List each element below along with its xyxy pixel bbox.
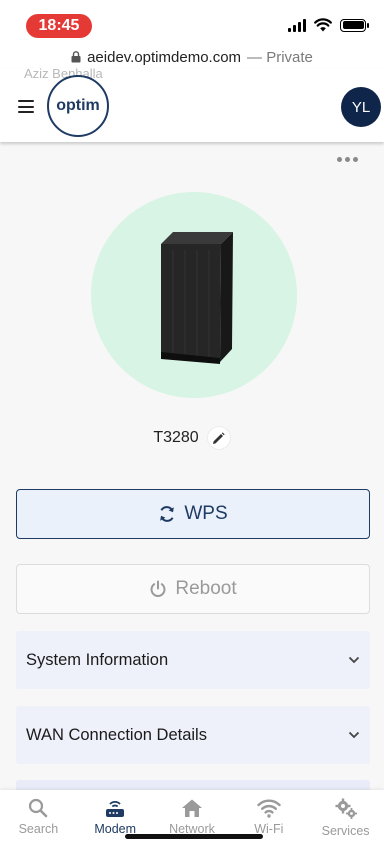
user-avatar[interactable]: YL — [341, 87, 381, 127]
power-icon — [150, 580, 166, 597]
private-mode-label: — Private — [247, 48, 313, 66]
accordion-system-information[interactable]: System Information — [16, 631, 370, 689]
nav-search[interactable]: Search — [0, 798, 76, 836]
status-icons — [288, 18, 369, 32]
device-image-circle — [91, 192, 297, 398]
nav-modem[interactable]: Modem — [77, 798, 153, 836]
search-icon — [29, 798, 48, 818]
app-header: Aziz Benhalla optim YL — [0, 66, 384, 142]
modem-image — [161, 232, 233, 364]
nav-wifi[interactable]: Wi-Fi — [231, 798, 307, 836]
reboot-label: Reboot — [175, 578, 237, 599]
sync-icon — [160, 506, 175, 522]
battery-icon — [340, 18, 369, 32]
optim-logo[interactable]: optim — [47, 75, 109, 137]
edit-name-button[interactable] — [206, 426, 231, 450]
chevron-down-icon — [348, 656, 360, 664]
device-name: T3280 — [153, 429, 199, 446]
menu-icon[interactable] — [18, 100, 34, 113]
accordion-wan-connection-details[interactable]: WAN Connection Details — [16, 706, 370, 764]
status-bar: 18:45 — [0, 0, 384, 46]
device-name-row: T3280 — [0, 426, 384, 450]
accordion-label: WAN Connection Details — [26, 725, 207, 744]
gears-icon — [335, 798, 357, 819]
wifi-status-icon — [314, 18, 332, 32]
url-domain: aeidev.optimdemo.com — [87, 48, 242, 66]
screen: 18:45 aeidev.optimdemo.com — Private Azi… — [0, 0, 384, 848]
home-icon — [181, 799, 202, 817]
bottom-nav: Search Modem Network Wi-Fi Services — [0, 790, 384, 848]
wps-label: WPS — [184, 503, 228, 524]
modem-icon — [106, 801, 125, 817]
status-time[interactable]: 18:45 — [26, 14, 92, 38]
nav-label-search: Search — [18, 822, 59, 836]
nav-network[interactable]: Network — [154, 798, 230, 836]
pencil-icon — [213, 431, 225, 444]
accordion-label: System Information — [26, 650, 169, 669]
nav-services[interactable]: Services — [308, 798, 384, 838]
url-bar[interactable]: aeidev.optimdemo.com — Private — [0, 46, 384, 68]
more-options-icon[interactable] — [337, 157, 358, 162]
nav-label-services: Services — [321, 824, 370, 838]
lock-icon — [71, 51, 81, 63]
wifi-icon — [257, 799, 281, 818]
chevron-down-icon — [348, 731, 360, 739]
wps-button[interactable]: WPS — [16, 489, 370, 539]
cellular-signal-icon — [288, 18, 306, 32]
home-indicator[interactable] — [125, 834, 263, 839]
reboot-button[interactable]: Reboot — [16, 564, 370, 614]
